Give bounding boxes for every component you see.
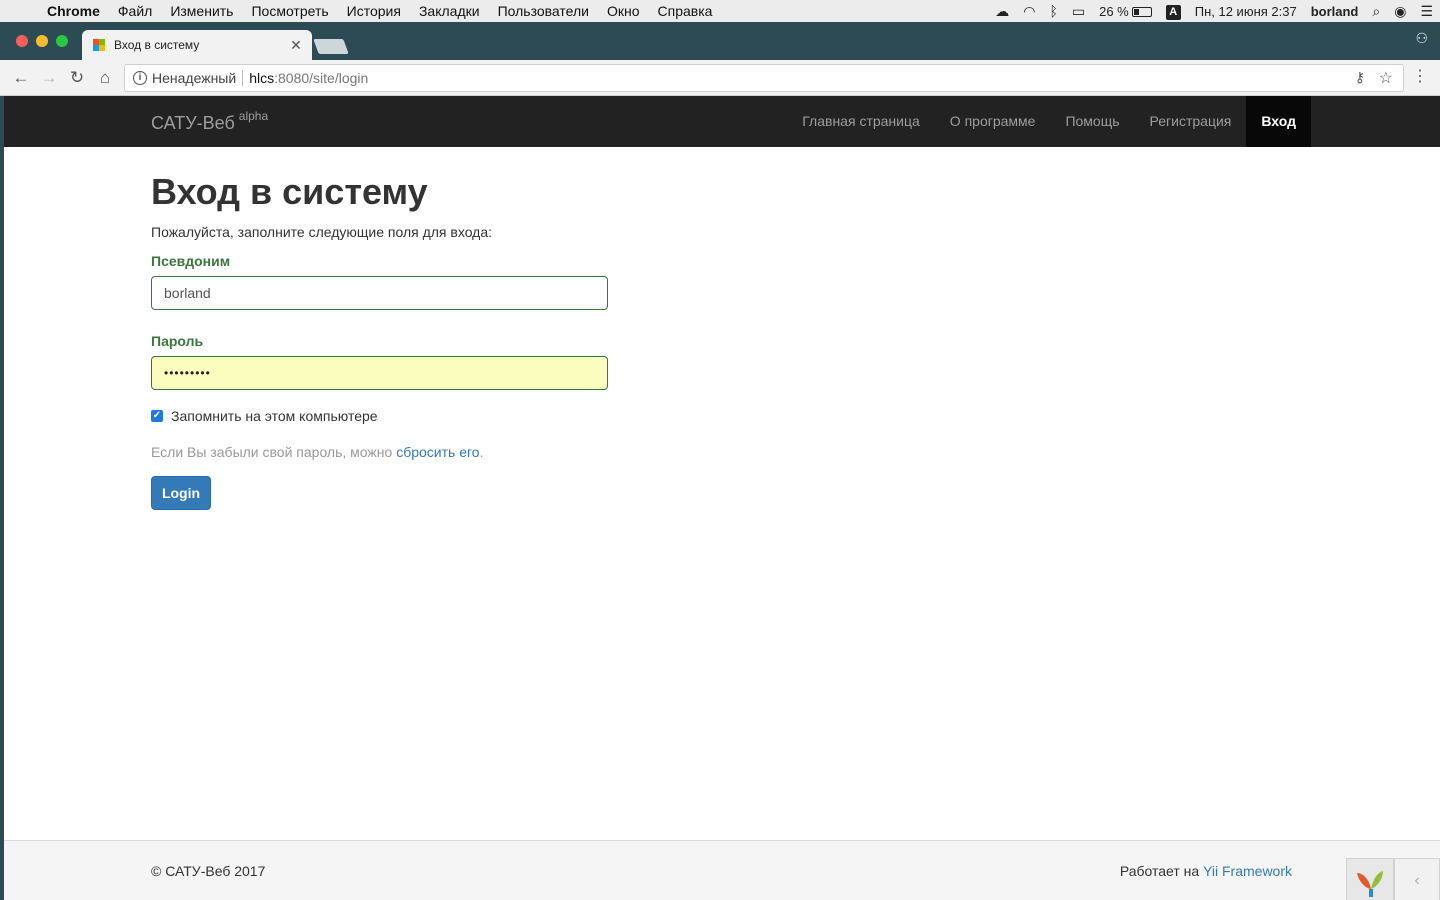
chrome-menu-icon[interactable]: ⋮ — [1412, 66, 1428, 86]
remember-me-row: ✓ Запомнить на этом компьютере — [151, 408, 1291, 424]
nav-about[interactable]: О программе — [935, 96, 1051, 147]
password-field[interactable]: ••••••••• — [151, 356, 608, 390]
brand-name: САТУ-Веб — [151, 113, 235, 133]
new-tab-button[interactable] — [313, 39, 349, 54]
reset-text: Если Вы забыли свой пароль, можно — [151, 444, 397, 460]
battery-status[interactable]: 26 % — [1092, 4, 1159, 19]
key-icon[interactable]: ⚷ — [1355, 69, 1365, 86]
reset-password-link[interactable]: сбросить его — [396, 444, 479, 460]
window-zoom-button[interactable] — [56, 35, 68, 47]
yii-debug-toolbar-logo[interactable] — [1346, 858, 1394, 900]
menubar-user[interactable]: borland — [1304, 4, 1366, 19]
browser-toolbar: ← → ↻ ⌂ i Ненадежный hlcs :8080/site/log… — [0, 60, 1440, 96]
address-separator — [242, 70, 244, 86]
yii-favicon-icon — [93, 39, 105, 51]
reload-icon[interactable]: ↻ — [65, 66, 89, 90]
forward-arrow-icon[interactable]: → — [37, 66, 61, 90]
remember-me-label[interactable]: Запомнить на этом компьютере — [171, 408, 378, 424]
yii-framework-link[interactable]: Yii Framework — [1203, 863, 1292, 879]
debug-toolbar-collapse-icon[interactable]: ‹ — [1394, 858, 1440, 900]
address-bar[interactable]: i Ненадежный hlcs :8080/site/login ⚷ ☆ — [124, 64, 1404, 92]
menu-history[interactable]: История — [338, 3, 410, 19]
menubar-clock[interactable]: Пн, 12 июня 2:37 — [1188, 4, 1304, 19]
reset-text-end: . — [479, 444, 484, 460]
password-label: Пароль — [151, 333, 204, 349]
url-path: :8080/site/login — [274, 70, 369, 86]
nav-login[interactable]: Вход — [1246, 96, 1311, 147]
footer-powered-by: Работает на Yii Framework — [1120, 863, 1292, 879]
bluetooth-icon[interactable]: ᛒ — [1042, 3, 1064, 19]
remember-me-checkbox[interactable]: ✓ — [151, 410, 163, 422]
battery-percent: 26 % — [1099, 3, 1129, 19]
menu-help[interactable]: Справка — [649, 3, 722, 19]
window-minimize-button[interactable] — [36, 35, 48, 47]
profile-icon[interactable]: ⚇ — [1415, 30, 1428, 47]
browser-tab-strip: Вход в систему ✕ ⚇ — [0, 22, 1440, 60]
tab-title: Вход в систему — [114, 38, 200, 52]
cloud-sync-icon[interactable]: ☁ — [988, 3, 1016, 20]
window-close-button[interactable] — [16, 35, 28, 47]
site-nav: Главная страница О программе Помощь Реги… — [787, 96, 1311, 147]
menu-edit[interactable]: Изменить — [161, 3, 242, 19]
login-content: Вход в систему Пожалуйста, заполните сле… — [151, 147, 1291, 510]
spotlight-search-icon[interactable]: ⌕ — [1365, 3, 1387, 20]
site-navbar: САТУ-Веб alpha Главная страница О програм… — [4, 96, 1440, 147]
page-viewport: САТУ-Веб alpha Главная страница О програм… — [4, 96, 1440, 900]
login-button[interactable]: Login — [151, 476, 211, 510]
wifi-icon[interactable]: ◠ — [1016, 3, 1042, 20]
login-instructions: Пожалуйста, заполните следующие поля для… — [151, 224, 493, 240]
browser-tab-active[interactable]: Вход в систему ✕ — [82, 30, 312, 60]
home-icon[interactable]: ⌂ — [93, 66, 117, 90]
nav-help[interactable]: Помощь — [1050, 96, 1134, 147]
username-field[interactable]: borland — [151, 276, 608, 310]
menubar-status-area: ☁ ◠ ᛒ ▭ 26 % A Пн, 12 июня 2:37 borland … — [988, 0, 1440, 22]
siri-icon[interactable]: ◉ — [1387, 3, 1413, 20]
yii-logo-icon — [1357, 871, 1383, 897]
info-icon[interactable]: i — [133, 71, 147, 85]
site-brand[interactable]: САТУ-Веб alpha — [151, 109, 269, 134]
footer-copyright: © САТУ-Веб 2017 — [151, 863, 266, 879]
tab-close-icon[interactable]: ✕ — [286, 37, 306, 54]
macos-menubar: Chrome Файл Изменить Посмотреть История … — [0, 0, 1440, 22]
page-title: Вход в систему — [151, 171, 428, 212]
brand-sup: alpha — [238, 109, 269, 123]
username-label: Псевдоним — [151, 253, 231, 269]
back-arrow-icon[interactable]: ← — [9, 66, 33, 90]
menu-view[interactable]: Посмотреть — [242, 3, 337, 19]
menu-file[interactable]: Файл — [109, 3, 161, 19]
airplay-icon[interactable]: ▭ — [1065, 3, 1092, 20]
input-source-badge: A — [1165, 4, 1181, 20]
powered-text: Работает на — [1119, 863, 1204, 879]
nav-home[interactable]: Главная страница — [787, 96, 935, 147]
battery-icon — [1131, 7, 1152, 18]
menu-window[interactable]: Окно — [598, 3, 649, 19]
bookmark-star-icon[interactable]: ☆ — [1379, 68, 1393, 88]
password-reset-hint: Если Вы забыли свой пароль, можно сброси… — [151, 444, 1291, 460]
url-host: hlcs — [249, 70, 275, 86]
menu-app-chrome[interactable]: Chrome — [38, 3, 109, 19]
menu-people[interactable]: Пользователи — [489, 3, 598, 19]
nav-register[interactable]: Регистрация — [1135, 96, 1247, 147]
input-source[interactable]: A — [1159, 3, 1188, 20]
site-footer: © САТУ-Веб 2017 Работает на Yii Framewor… — [4, 840, 1440, 900]
notification-center-icon[interactable]: ☰ — [1413, 3, 1440, 20]
security-label[interactable]: Ненадежный — [152, 70, 236, 86]
menu-bookmarks[interactable]: Закладки — [410, 3, 489, 19]
